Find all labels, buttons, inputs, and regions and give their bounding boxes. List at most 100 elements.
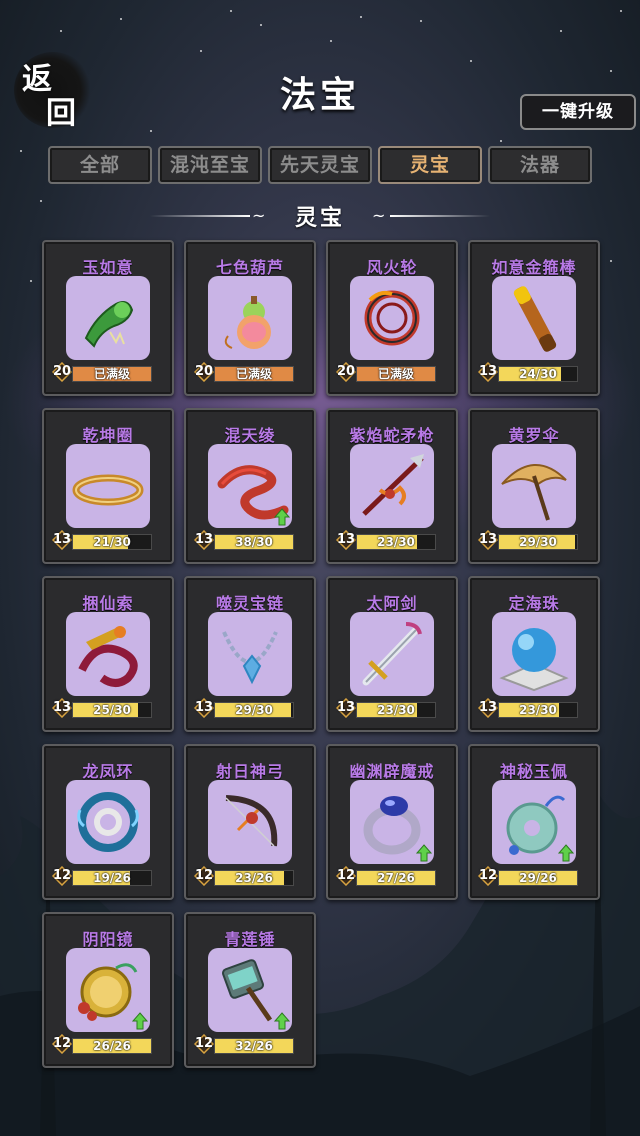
level-number: 13 xyxy=(194,532,214,547)
tab-magic-tools[interactable]: 法器 xyxy=(488,146,592,184)
treasure-name: 紫焰蛇矛枪 xyxy=(349,426,435,445)
demon-ring-icon xyxy=(350,780,434,864)
level-number: 13 xyxy=(478,364,498,379)
treasure-card[interactable]: 乾坤圈 13 21/30 xyxy=(42,408,174,564)
tab-innate-treasure[interactable]: 先天灵宝 xyxy=(268,146,372,184)
progress-text: 23/30 xyxy=(519,703,557,717)
upgrade-all-button[interactable]: 一键升级 xyxy=(520,94,636,130)
treasure-name: 乾坤圈 xyxy=(82,426,134,445)
progress-text: 29/30 xyxy=(519,535,557,549)
treasure-name: 太阿剑 xyxy=(366,594,418,613)
treasure-card[interactable]: 定海珠 13 23/30 xyxy=(468,576,600,732)
treasure-card[interactable]: 太阿剑 13 23/30 xyxy=(326,576,458,732)
progress-bar: 21/30 xyxy=(72,534,152,550)
progress-text: 23/30 xyxy=(377,703,415,717)
progress-bar: 38/30 xyxy=(214,534,294,550)
progress-text: 已满级 xyxy=(235,367,272,381)
level-number: 12 xyxy=(478,868,498,883)
star xyxy=(470,60,472,62)
level-badge: 13 xyxy=(336,530,356,550)
treasure-card[interactable]: 捆仙索 13 25/30 xyxy=(42,576,174,732)
treasure-card[interactable]: 神秘玉佩 12 29/26 xyxy=(468,744,600,900)
progress-text: 29/26 xyxy=(519,871,557,885)
upgrade-arrow-icon xyxy=(274,1012,290,1030)
level-badge: 13 xyxy=(52,698,72,718)
section-title: 灵宝 xyxy=(294,205,345,231)
level-badge: 12 xyxy=(194,866,214,886)
treasure-name: 风火轮 xyxy=(366,258,418,277)
treasure-card[interactable]: 混天绫 13 38/30 xyxy=(184,408,316,564)
treasure-card[interactable]: 幽渊辟魔戒 12 27/26 xyxy=(326,744,458,900)
tab-chaos-treasure[interactable]: 混沌至宝 xyxy=(158,146,262,184)
progress-text: 29/30 xyxy=(235,703,273,717)
level-number: 13 xyxy=(52,700,72,715)
progress-bar: 27/26 xyxy=(356,870,436,886)
treasure-card[interactable]: 紫焰蛇矛枪 13 23/30 xyxy=(326,408,458,564)
star xyxy=(420,20,422,22)
treasure-name: 神秘玉佩 xyxy=(499,762,568,781)
treasure-card[interactable]: 黄罗伞 13 29/30 xyxy=(468,408,600,564)
treasure-card[interactable]: 如意金箍棒 13 24/30 xyxy=(468,240,600,396)
treasure-card[interactable]: 射日神弓 12 23/26 xyxy=(184,744,316,900)
progress-text: 25/30 xyxy=(93,703,131,717)
level-badge: 13 xyxy=(194,698,214,718)
star xyxy=(120,18,122,20)
treasure-name: 黄罗伞 xyxy=(508,426,560,445)
treasure-name: 幽渊辟魔戒 xyxy=(349,762,435,781)
treasure-card[interactable]: 青莲锤 12 32/26 xyxy=(184,912,316,1068)
progress-text: 19/26 xyxy=(93,871,131,885)
serpent-spear-icon xyxy=(350,444,434,528)
progress-bar: 已满级 xyxy=(214,366,294,382)
treasure-card[interactable]: 阴阳镜 12 26/26 xyxy=(42,912,174,1068)
bow-icon xyxy=(208,780,292,864)
level-number: 13 xyxy=(478,532,498,547)
tab-all[interactable]: 全部 xyxy=(48,146,152,184)
progress-bar: 26/26 xyxy=(72,1038,152,1054)
treasure-name: 青莲锤 xyxy=(224,930,276,949)
treasure-name: 射日神弓 xyxy=(215,762,284,781)
level-badge: 13 xyxy=(194,530,214,550)
level-badge: 20 xyxy=(52,362,72,382)
swirl-right-icon: ~ xyxy=(372,206,386,225)
level-number: 20 xyxy=(336,364,356,379)
progress-bar: 23/30 xyxy=(356,534,436,550)
progress-text: 24/30 xyxy=(519,367,557,381)
level-badge: 20 xyxy=(336,362,356,382)
treasure-grid: 玉如意 20 已满级 七色葫芦 20 已满级 风火轮 20 已满级 如意金箍棒 13 24/30 乾坤圈… xyxy=(42,240,602,1070)
tab-spirit-treasure[interactable]: 灵宝 xyxy=(378,146,482,184)
treasure-card[interactable]: 龙凤环 12 19/26 xyxy=(42,744,174,900)
level-number: 13 xyxy=(194,700,214,715)
upgrade-arrow-icon xyxy=(558,844,574,862)
treasure-name: 龙凤环 xyxy=(82,762,134,781)
star xyxy=(60,30,62,32)
progress-text: 26/26 xyxy=(93,1039,131,1053)
level-badge: 12 xyxy=(52,1034,72,1054)
star xyxy=(30,280,32,282)
treasure-card[interactable]: 玉如意 20 已满级 xyxy=(42,240,174,396)
progress-bar: 24/30 xyxy=(498,366,578,382)
level-badge: 13 xyxy=(52,530,72,550)
progress-bar: 32/26 xyxy=(214,1038,294,1054)
umbrella-icon xyxy=(492,444,576,528)
progress-text: 23/26 xyxy=(235,871,273,885)
progress-bar: 23/26 xyxy=(214,870,294,886)
level-number: 13 xyxy=(336,700,356,715)
treasure-card[interactable]: 七色葫芦 20 已满级 xyxy=(184,240,316,396)
progress-bar: 19/26 xyxy=(72,870,152,886)
sword-icon xyxy=(350,612,434,696)
treasure-name: 噬灵宝链 xyxy=(215,594,284,613)
treasure-name: 阴阳镜 xyxy=(82,930,134,949)
treasure-card[interactable]: 噬灵宝链 13 29/30 xyxy=(184,576,316,732)
level-badge: 13 xyxy=(336,698,356,718)
level-number: 13 xyxy=(336,532,356,547)
treasure-name: 混天绫 xyxy=(224,426,276,445)
level-number: 12 xyxy=(194,1036,214,1051)
level-badge: 12 xyxy=(478,866,498,886)
treasure-card[interactable]: 风火轮 20 已满级 xyxy=(326,240,458,396)
star xyxy=(610,260,612,262)
progress-bar: 23/30 xyxy=(498,702,578,718)
progress-bar: 已满级 xyxy=(356,366,436,382)
star xyxy=(200,50,202,52)
level-badge: 13 xyxy=(478,530,498,550)
progress-bar: 25/30 xyxy=(72,702,152,718)
